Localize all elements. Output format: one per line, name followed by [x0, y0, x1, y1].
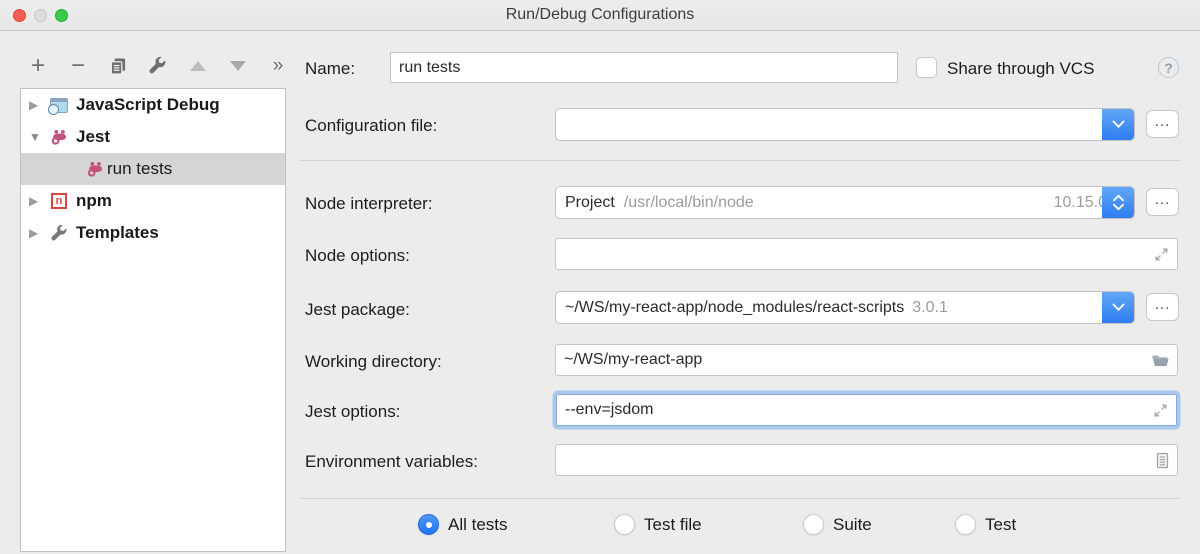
- browse-configuration-file-button[interactable]: ...: [1146, 110, 1179, 138]
- zoom-window-button[interactable]: [55, 9, 68, 22]
- up-down-chevrons-icon: [1112, 194, 1125, 211]
- tree-item-npm[interactable]: ▶ n npm: [21, 185, 285, 217]
- radio-unselected-icon: [614, 514, 635, 535]
- name-input[interactable]: run tests: [390, 52, 898, 83]
- edit-environment-variables-button[interactable]: [1156, 452, 1169, 469]
- chevron-down-icon: [1112, 303, 1125, 312]
- working-directory-label: Working directory:: [305, 352, 442, 372]
- radio-test[interactable]: Test: [955, 514, 1016, 535]
- expand-field-button[interactable]: [1153, 403, 1168, 418]
- share-through-vcs-checkbox[interactable]: [916, 57, 937, 78]
- name-value: run tests: [399, 59, 460, 77]
- expand-icon: [1154, 247, 1169, 262]
- jest-icon: [49, 128, 69, 146]
- jest-package-version: 3.0.1: [912, 299, 948, 317]
- expand-collapsed-icon[interactable]: ▶: [29, 98, 49, 112]
- expand-field-button[interactable]: [1154, 247, 1169, 262]
- radio-unselected-icon: [955, 514, 976, 535]
- tree-item-javascript-debug[interactable]: ▶ JavaScript Debug: [21, 89, 285, 121]
- stepper-button[interactable]: [1102, 187, 1134, 218]
- node-interpreter-path: /usr/local/bin/node: [624, 194, 754, 212]
- dropdown-button[interactable]: [1102, 292, 1134, 323]
- node-interpreter-value: Project: [565, 194, 615, 212]
- tree-item-label: Templates: [76, 223, 159, 243]
- folder-icon: [1151, 353, 1169, 368]
- name-label: Name:: [305, 59, 355, 79]
- copy-configuration-button[interactable]: [109, 54, 127, 78]
- tree-item-run-tests[interactable]: run tests: [21, 153, 285, 185]
- tree-item-label: JavaScript Debug: [76, 95, 220, 115]
- jest-icon: [85, 160, 105, 178]
- wrench-icon: [49, 224, 69, 242]
- copy-icon: [109, 57, 127, 76]
- window-title: Run/Debug Configurations: [0, 0, 1200, 30]
- jest-package-combobox[interactable]: ~/WS/my-react-app/node_modules/react-scr…: [555, 291, 1135, 324]
- tree-item-label: run tests: [107, 159, 172, 179]
- jest-package-label: Jest package:: [305, 300, 410, 320]
- working-directory-input[interactable]: ~/WS/my-react-app: [555, 344, 1178, 376]
- edit-templates-button[interactable]: [149, 54, 167, 78]
- dropdown-button[interactable]: [1102, 109, 1134, 140]
- browse-jest-package-button[interactable]: ...: [1146, 293, 1179, 321]
- expand-icon: [1153, 403, 1168, 418]
- browse-node-interpreter-button[interactable]: ...: [1146, 188, 1179, 216]
- remove-configuration-button[interactable]: −: [69, 54, 87, 78]
- tree-item-jest[interactable]: ▼ Jest: [21, 121, 285, 153]
- chevron-down-icon: [1112, 120, 1125, 129]
- radio-all-tests[interactable]: All tests: [418, 514, 508, 535]
- configuration-file-combobox[interactable]: [555, 108, 1135, 141]
- configurations-toolbar: + − »: [29, 52, 287, 80]
- radio-selected-icon: [418, 514, 439, 535]
- move-up-button[interactable]: [189, 54, 207, 78]
- titlebar: Run/Debug Configurations: [0, 0, 1200, 31]
- jest-package-value: ~/WS/my-react-app/node_modules/react-scr…: [565, 299, 904, 317]
- node-options-input[interactable]: [555, 238, 1178, 270]
- minimize-window-button[interactable]: [34, 9, 47, 22]
- node-interpreter-label: Node interpreter:: [305, 194, 433, 214]
- wrench-icon: [149, 56, 167, 76]
- tree-item-templates[interactable]: ▶ Templates: [21, 217, 285, 249]
- configurations-tree: ▶ JavaScript Debug ▼ Jest run tests ▶: [20, 88, 286, 552]
- traffic-lights: [13, 9, 68, 22]
- test-scope-radio-group: All tests Test file Suite Test: [0, 514, 1200, 538]
- jest-options-input[interactable]: --env=jsdom: [556, 394, 1177, 426]
- expand-expanded-icon[interactable]: ▼: [29, 130, 49, 144]
- add-configuration-button[interactable]: +: [29, 54, 47, 78]
- arrow-down-icon: [230, 61, 246, 71]
- radio-unselected-icon: [803, 514, 824, 535]
- radio-test-file[interactable]: Test file: [614, 514, 702, 535]
- node-interpreter-version: 10.15.0: [1054, 194, 1102, 212]
- separator: [300, 160, 1180, 161]
- environment-variables-label: Environment variables:: [305, 452, 478, 472]
- radio-suite[interactable]: Suite: [803, 514, 872, 535]
- browse-folder-button[interactable]: [1151, 353, 1169, 368]
- jest-options-label: Jest options:: [305, 402, 400, 422]
- node-interpreter-combobox[interactable]: Project /usr/local/bin/node 10.15.0: [555, 186, 1135, 219]
- arrow-up-icon: [190, 61, 206, 71]
- javascript-debug-icon: [49, 96, 69, 114]
- expand-collapsed-icon[interactable]: ▶: [29, 226, 49, 240]
- more-actions-button[interactable]: »: [269, 54, 287, 78]
- environment-variables-input[interactable]: [555, 444, 1178, 476]
- node-options-label: Node options:: [305, 246, 410, 266]
- jest-options-value: --env=jsdom: [565, 401, 653, 419]
- separator: [300, 498, 1180, 499]
- help-icon[interactable]: ?: [1158, 57, 1179, 78]
- tree-item-label: Jest: [76, 127, 110, 147]
- list-icon: [1156, 452, 1169, 469]
- working-directory-value: ~/WS/my-react-app: [564, 351, 702, 369]
- tree-item-label: npm: [76, 191, 112, 211]
- close-window-button[interactable]: [13, 9, 26, 22]
- npm-icon: n: [49, 192, 69, 210]
- configuration-file-label: Configuration file:: [305, 116, 437, 136]
- configuration-file-value: [556, 109, 1102, 140]
- move-down-button[interactable]: [229, 54, 247, 78]
- share-through-vcs-label: Share through VCS: [947, 59, 1094, 79]
- expand-collapsed-icon[interactable]: ▶: [29, 194, 49, 208]
